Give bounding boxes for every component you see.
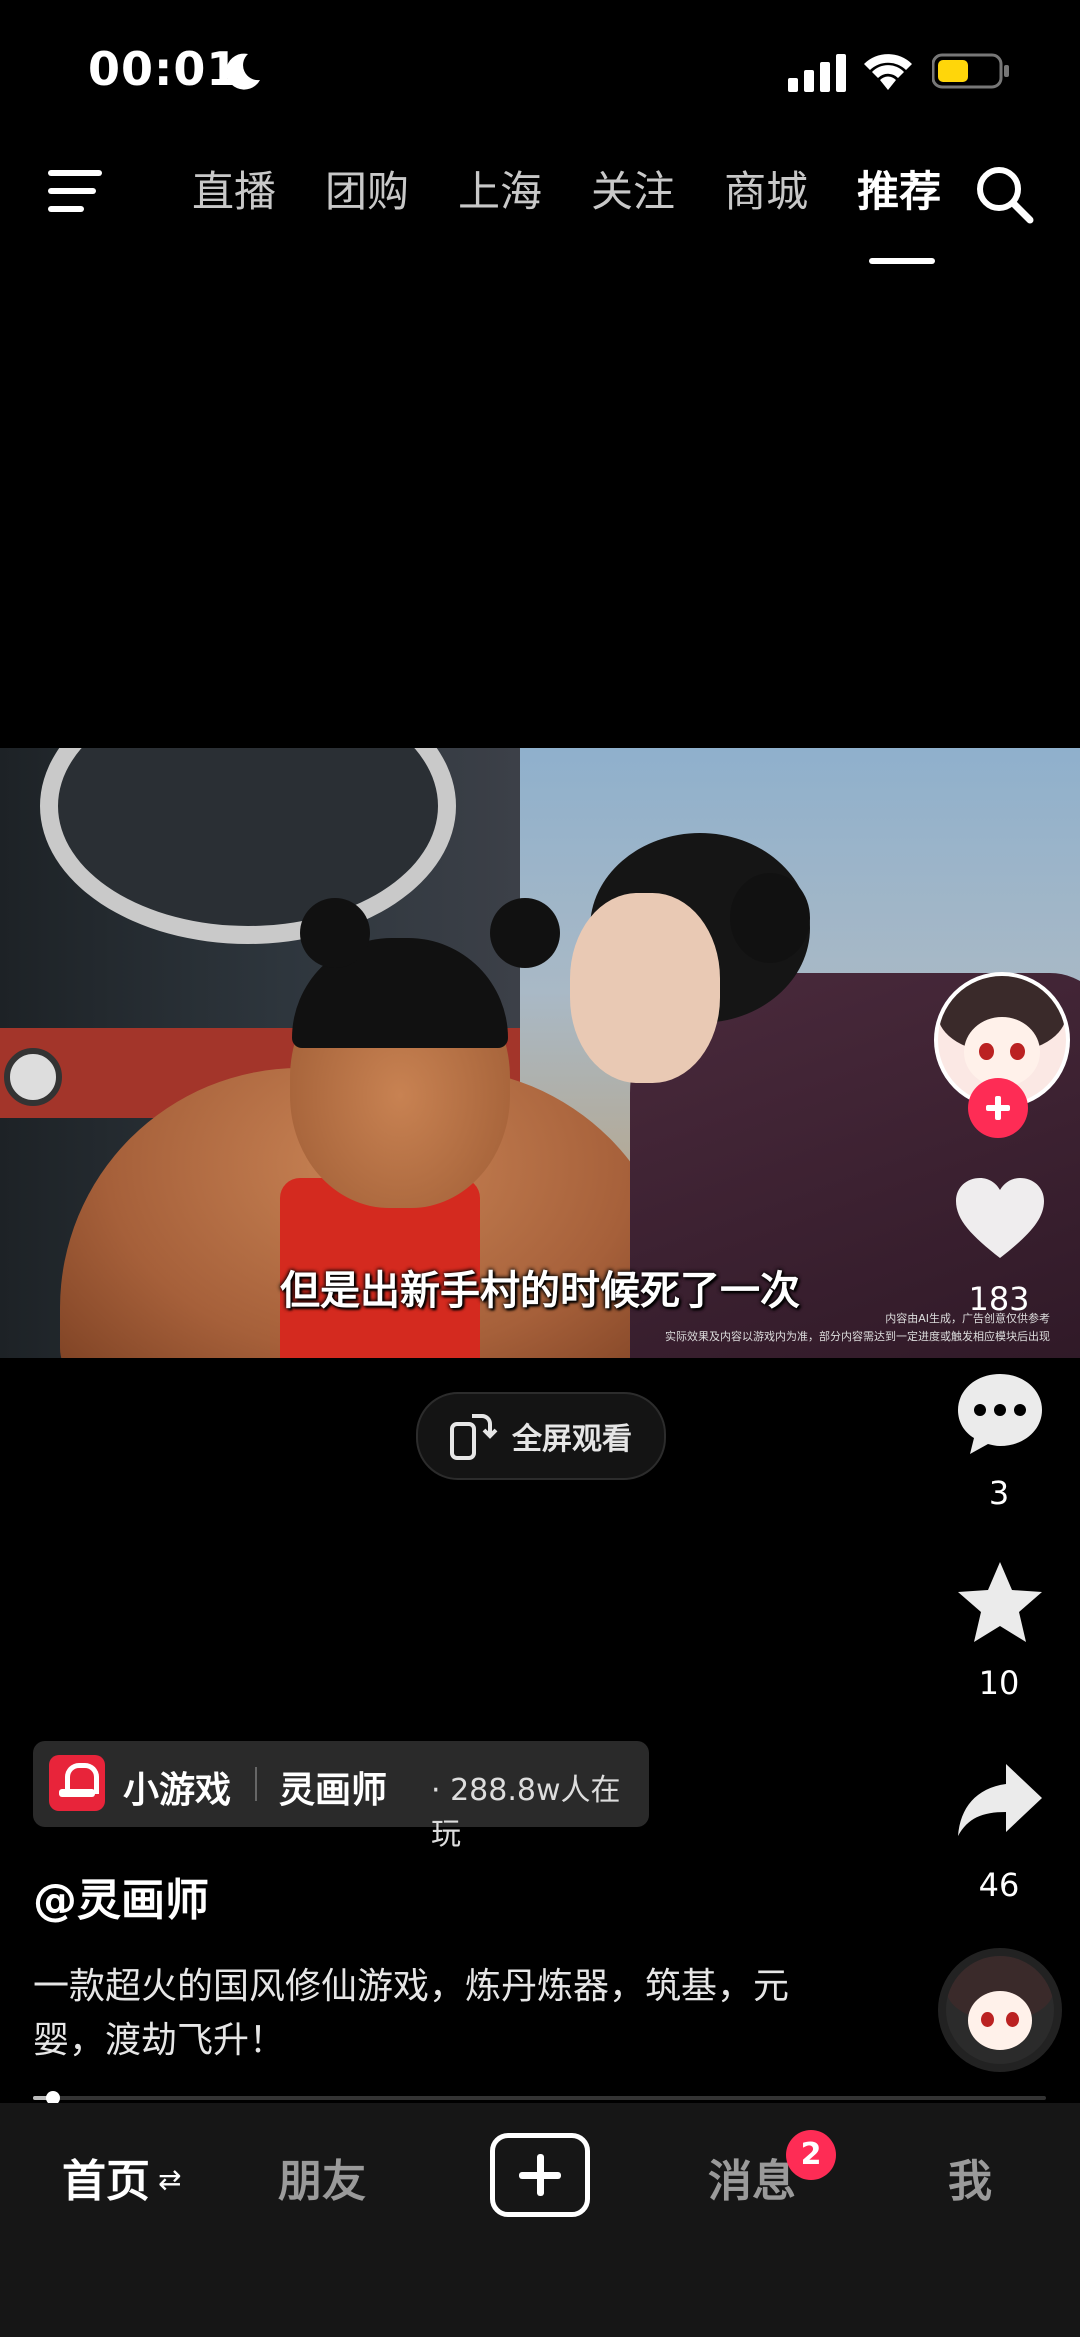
nav-home[interactable]: 首页	[62, 2145, 150, 2209]
mini-game-players: · 288.8w人在玩	[431, 1773, 621, 1852]
divider	[255, 1767, 257, 1801]
video-progress-bar[interactable]	[33, 2091, 1046, 2105]
swap-icon[interactable]: ⇄	[158, 2163, 181, 2196]
tab-shanghai[interactable]: 上海	[458, 160, 542, 240]
follow-button[interactable]	[968, 1078, 1028, 1138]
fullscreen-label: 全屏观看	[512, 1422, 632, 1457]
search-icon[interactable]	[972, 162, 1036, 226]
like-count: 183	[968, 1280, 1030, 1318]
author-name[interactable]: @灵画师	[33, 1864, 209, 1928]
music-disc-avatar[interactable]	[938, 1948, 1062, 2072]
tab-group-buy[interactable]: 团购	[325, 160, 409, 240]
fullscreen-button[interactable]: 全屏观看	[416, 1392, 666, 1480]
mini-game-name: 灵画师	[279, 1770, 388, 1811]
comment-count: 3	[988, 1474, 1010, 1512]
menu-icon[interactable]	[48, 170, 106, 220]
comment-icon[interactable]	[952, 1368, 1048, 1458]
tab-following[interactable]: 关注	[591, 160, 675, 240]
nav-me[interactable]: 我	[948, 2145, 992, 2209]
ad-disclaimer: 实际效果及内容以游戏内为准，部分内容需达到一定进度或触发相应模块后出现	[665, 1330, 1050, 1343]
video-subtitle: 但是出新手村的时候死了一次	[280, 1268, 800, 1314]
star-icon[interactable]	[952, 1558, 1048, 1648]
post-description: 一款超火的国风修仙游戏，炼丹炼器，筑基，元婴，渡劫飞升！	[33, 1966, 790, 2061]
nav-friends[interactable]: 朋友	[278, 2145, 366, 2209]
wifi-icon	[864, 54, 912, 90]
mini-game-card[interactable]: 小游戏 灵画师 · 288.8w人在玩	[33, 1741, 649, 1852]
create-post-button[interactable]	[490, 2133, 590, 2217]
video-player[interactable]: 但是出新手村的时候死了一次 内容由AI生成，广告创意仅供参考 实际效果及内容以游…	[0, 748, 1080, 1358]
share-count: 46	[978, 1866, 1020, 1904]
rotate-phone-icon	[450, 1414, 498, 1460]
battery-icon	[932, 53, 1009, 89]
top-nav: 直播 团购 上海 关注 商城 推荐	[0, 150, 1080, 264]
tab-recommended[interactable]: 推荐	[857, 160, 941, 264]
tab-live[interactable]: 直播	[192, 160, 276, 240]
mini-game-type: 小游戏	[123, 1770, 232, 1811]
bottom-nav: 首页 ⇄ 朋友 消息 2 我	[0, 2103, 1080, 2337]
heart-icon[interactable]	[952, 1174, 1048, 1264]
mini-game-logo-icon	[49, 1755, 105, 1811]
messages-badge: 2	[786, 2130, 836, 2180]
feed-tabs: 直播 团购 上海 关注 商城 推荐	[192, 160, 990, 264]
share-icon[interactable]	[952, 1756, 1048, 1846]
status-bar: 00:01	[0, 0, 1080, 130]
clock: 00:01	[88, 42, 240, 96]
nav-messages[interactable]: 消息	[708, 2145, 796, 2209]
moon-icon	[226, 53, 260, 90]
signal-icon	[788, 54, 846, 92]
tab-mall[interactable]: 商城	[724, 160, 808, 240]
favorite-count: 10	[978, 1664, 1020, 1702]
